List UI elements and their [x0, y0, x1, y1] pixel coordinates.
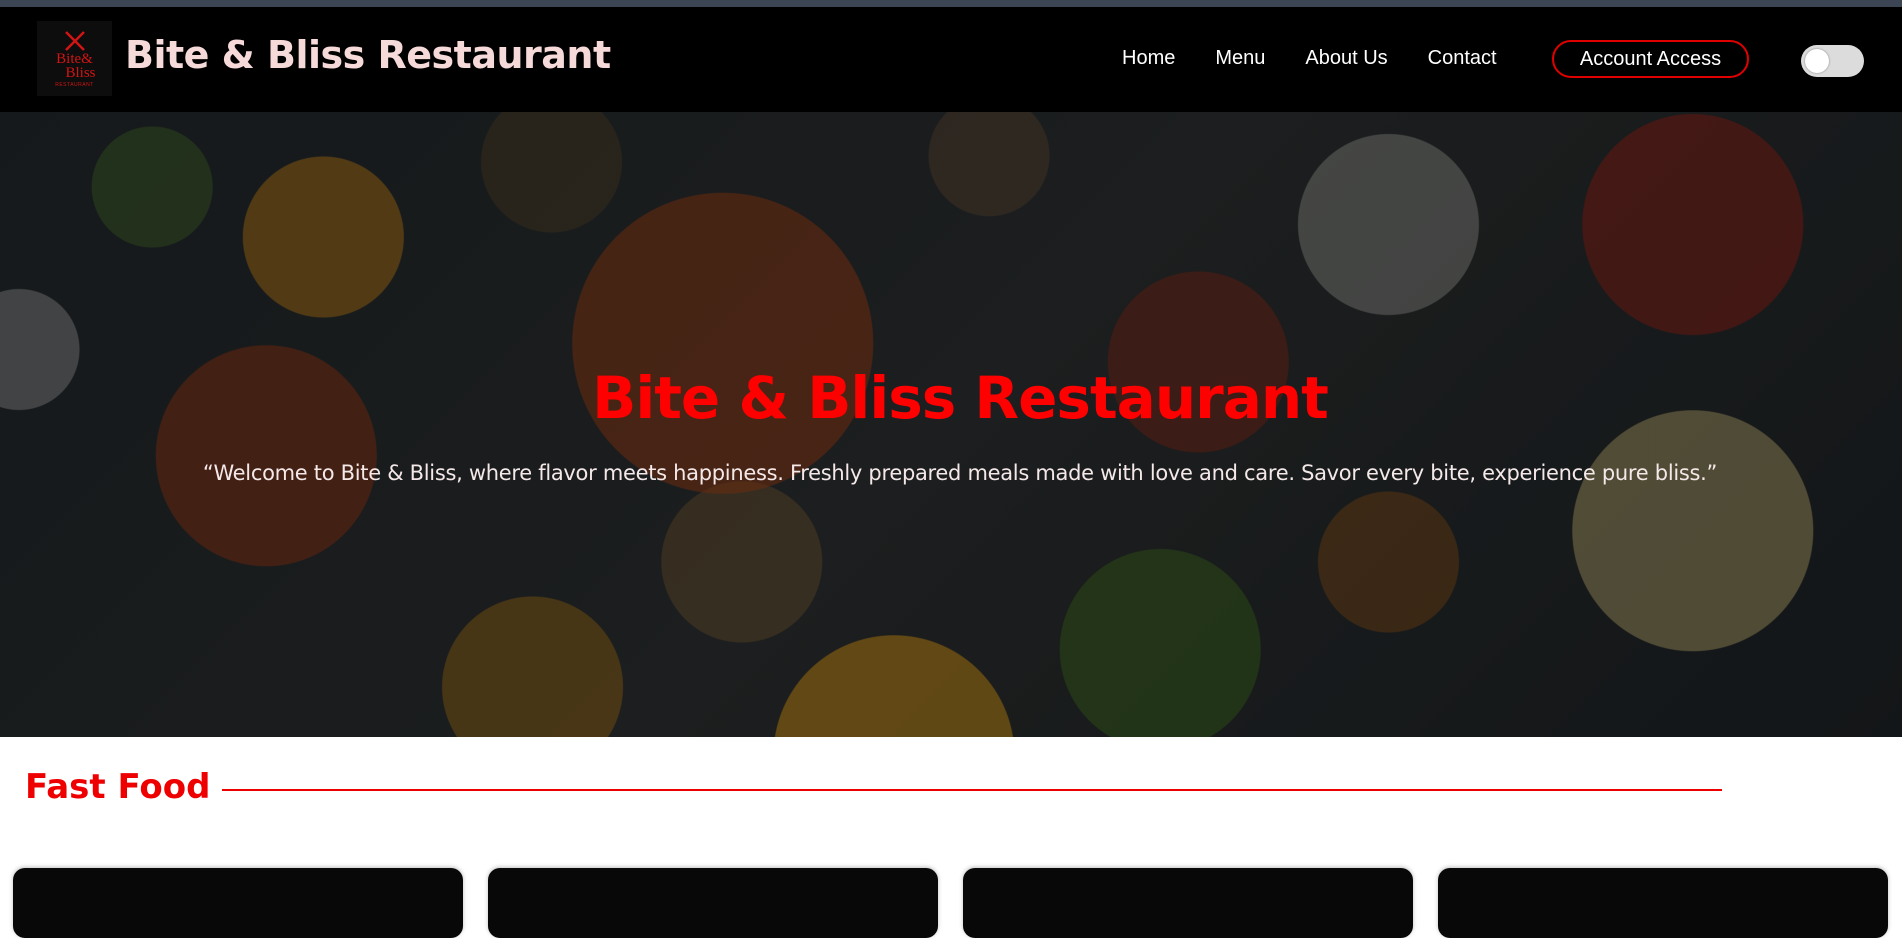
hero-banner: Bite & Bliss Restaurant “Welcome to Bite…: [0, 112, 1902, 737]
nav-menu-link[interactable]: Menu: [1215, 47, 1265, 70]
restaurant-logo[interactable]: Bite& Bliss RESTAURANT: [37, 21, 112, 96]
browser-top-strip: [0, 0, 1902, 7]
crossed-utensils-icon: [64, 30, 85, 51]
hero-tagline: “Welcome to Bite & Bliss, where flavor m…: [202, 461, 1718, 485]
theme-toggle-knob: [1805, 49, 1829, 73]
menu-card[interactable]: [1438, 868, 1888, 938]
section-title-fast-food: Fast Food: [25, 767, 211, 807]
nav-about-link[interactable]: About Us: [1305, 47, 1387, 70]
logo-text-line1: Bite&: [56, 50, 93, 67]
hero-title: Bite & Bliss Restaurant: [592, 364, 1329, 432]
logo-subtext: RESTAURANT: [55, 81, 94, 88]
navbar: Bite& Bliss RESTAURANT Bite & Bliss Rest…: [0, 7, 1902, 112]
menu-card[interactable]: [963, 868, 1413, 938]
nav-contact-link[interactable]: Contact: [1428, 47, 1497, 70]
brand-name[interactable]: Bite & Bliss Restaurant: [125, 33, 611, 77]
main-nav: Home Menu About Us Contact: [1122, 47, 1537, 70]
theme-toggle[interactable]: [1801, 45, 1864, 77]
menu-card[interactable]: [13, 868, 463, 938]
nav-home-link[interactable]: Home: [1122, 47, 1175, 70]
section-divider: [222, 789, 1722, 791]
menu-card[interactable]: [488, 868, 938, 938]
account-access-button[interactable]: Account Access: [1552, 40, 1749, 78]
logo-text-line2: Bliss: [65, 64, 96, 81]
menu-card-row: [13, 868, 1889, 938]
